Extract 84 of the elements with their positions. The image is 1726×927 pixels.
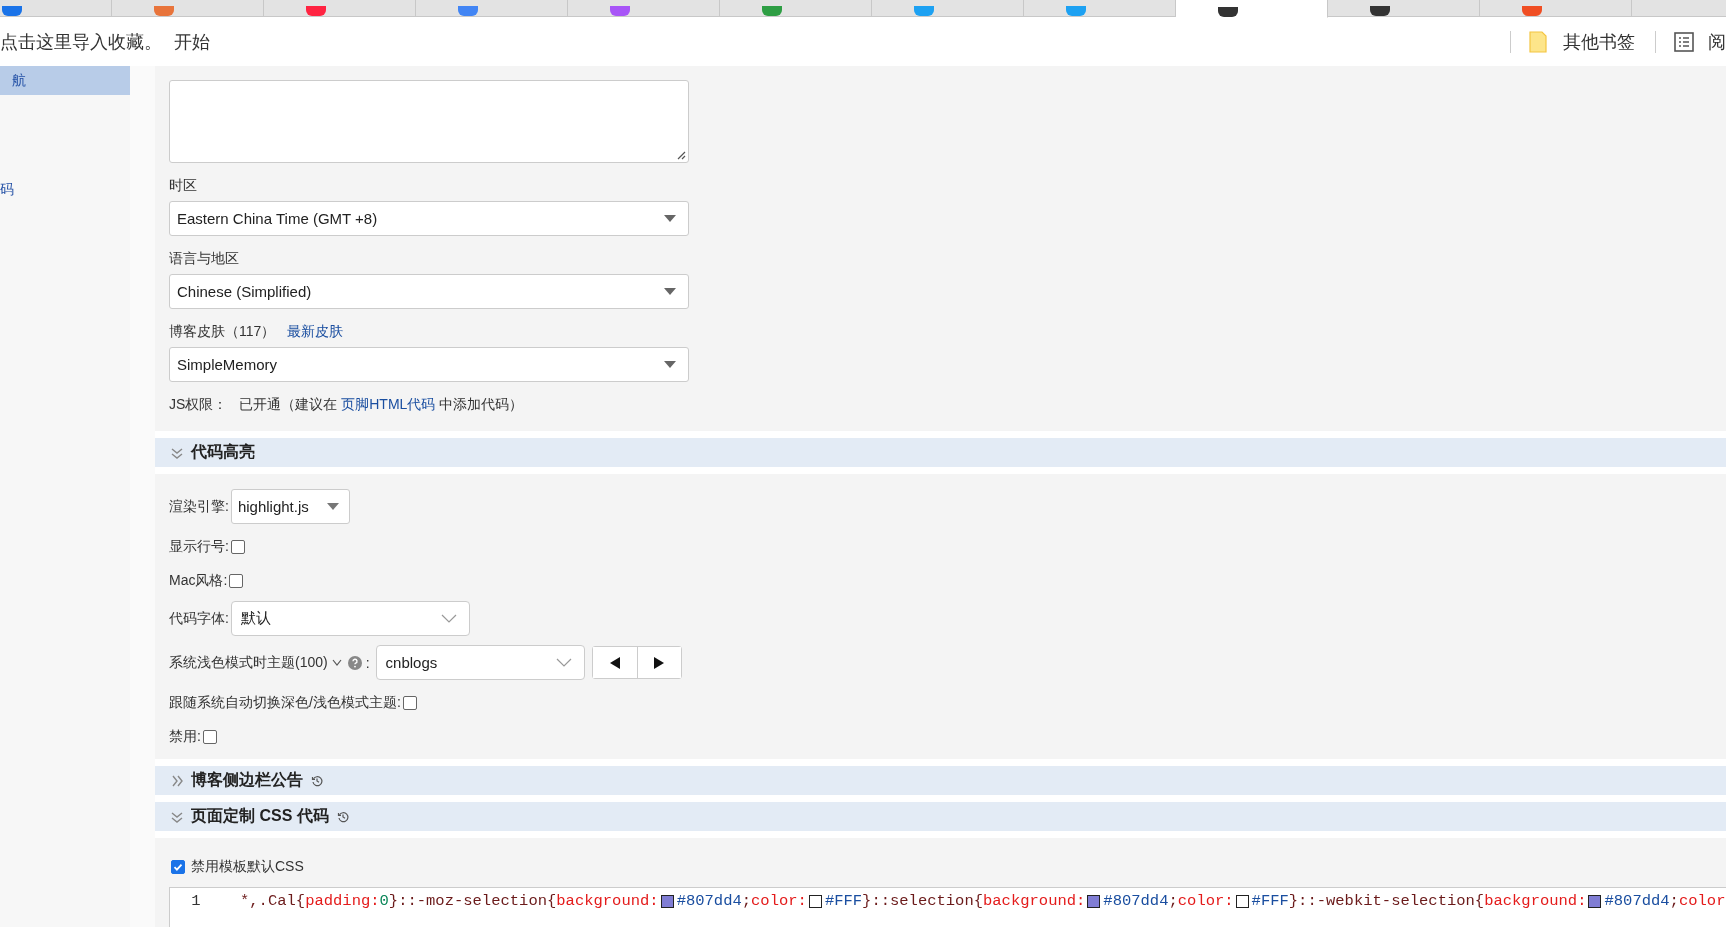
- history-icon[interactable]: [336, 810, 349, 823]
- chevron-down-icon[interactable]: [331, 659, 342, 666]
- code-token: *,.Cal{: [240, 892, 306, 910]
- code-token: background:: [983, 892, 1086, 910]
- code-token: color: [1678, 892, 1726, 910]
- field-label: 博客皮肤（117）: [169, 323, 276, 341]
- chevron-down-icon: [171, 810, 183, 823]
- code-token: color:: [1177, 892, 1234, 910]
- triangle-right-icon: [654, 656, 665, 669]
- theme-dropdown[interactable]: cnblogs: [375, 645, 585, 680]
- field-label: 时区: [169, 177, 197, 195]
- checkbox[interactable]: [230, 539, 245, 554]
- code-token: #807dd4: [676, 892, 742, 910]
- line-number: 1: [190, 892, 202, 910]
- font-dropdown[interactable]: 默认: [230, 601, 470, 636]
- color-swatch[interactable]: [808, 894, 822, 908]
- latest-skins-link[interactable]: 最新皮肤: [287, 323, 344, 341]
- color-swatch[interactable]: [660, 894, 674, 908]
- field-label: 代码字体:: [169, 609, 229, 628]
- folder-icon: [1529, 30, 1547, 53]
- reading-list-icon: [1674, 31, 1694, 52]
- code-token: }::selection{: [862, 892, 983, 910]
- js-permission-label: JS权限：: [169, 396, 228, 414]
- caret-icon: [664, 288, 676, 295]
- sidebar-item[interactable]: 码: [0, 175, 130, 204]
- code-token: background:: [1484, 892, 1587, 910]
- resize-handle-icon[interactable]: [676, 150, 686, 160]
- code-token: ;: [1168, 892, 1178, 910]
- chevron-down-icon: [171, 446, 183, 459]
- code-token: }::-moz-selection{: [388, 892, 557, 910]
- browser-tab[interactable]: [1176, 0, 1328, 18]
- engine-dropdown[interactable]: highlight.js: [230, 489, 350, 524]
- code-token: #807dd4: [1604, 892, 1670, 910]
- checkbox[interactable]: [202, 729, 217, 744]
- caret-icon: [326, 503, 339, 510]
- history-icon[interactable]: [311, 774, 323, 787]
- chevron-down-icon: [440, 614, 457, 623]
- color-swatch[interactable]: [1087, 894, 1101, 908]
- checkbox[interactable]: [402, 695, 417, 710]
- checkbox-label: 禁用模板默认CSS: [191, 857, 304, 876]
- caret-icon: [664, 215, 676, 222]
- field-label: 渲染引擎:: [169, 497, 229, 516]
- sidebar-item[interactable]: 航: [0, 66, 130, 95]
- code-token: #807dd4: [1103, 892, 1169, 910]
- code-token: ;: [741, 892, 752, 910]
- section-header[interactable]: 页面定制 CSS 代码: [155, 802, 1726, 831]
- js-permission-text: 已开通（建议在 页脚HTML代码 中添加代码）: [239, 396, 524, 414]
- code-editor[interactable]: 1 *,.Cal{padding:0}::-moz-selection{background: #807dd4;color: #FFF}::selection{background: #807dd4;color: #FFF}::-webkit-selection{background: #807dd4;color: [169, 887, 1726, 927]
- field-label: 系统浅色模式时主题(100): [169, 653, 328, 672]
- code-token: #FFF: [824, 892, 863, 910]
- section-header[interactable]: 代码高亮: [155, 438, 1726, 467]
- colon-label: :: [365, 654, 370, 671]
- next-theme-button[interactable]: [636, 647, 681, 678]
- dropdown-field[interactable]: Chinese (Simplified): [169, 274, 689, 309]
- dropdown-field[interactable]: Eastern China Time (GMT +8): [169, 201, 689, 236]
- color-swatch[interactable]: [1588, 894, 1602, 908]
- section-header[interactable]: 博客侧边栏公告: [155, 766, 1726, 795]
- subtitle-input-field[interactable]: [169, 80, 689, 163]
- checkbox-label: 跟随系统自动切换深色/浅色模式主题:: [169, 693, 401, 712]
- footer-html-link[interactable]: 页脚HTML代码: [341, 396, 436, 412]
- code-token: ;: [1669, 892, 1679, 910]
- chevron-down-icon: [555, 658, 572, 667]
- checkbox[interactable]: [229, 573, 244, 588]
- color-swatch[interactable]: [1235, 894, 1249, 908]
- code-token: color:: [751, 892, 807, 910]
- start-bookmark[interactable]: 开始: [174, 29, 210, 54]
- checkbox-label: 禁用:: [169, 727, 201, 746]
- code-token: 0: [379, 892, 389, 910]
- checkbox[interactable]: [171, 859, 185, 874]
- chevron-right-icon: [171, 774, 183, 787]
- help-icon[interactable]: [347, 655, 362, 670]
- code-token: padding:: [305, 892, 380, 910]
- checkbox-label: Mac风格:: [169, 571, 228, 590]
- reading-list-button[interactable]: 阅: [1708, 29, 1726, 54]
- other-bookmarks-button[interactable]: 其他书签: [1563, 29, 1635, 54]
- code-token: #FFF: [1251, 892, 1289, 910]
- field-label: 语言与地区: [169, 250, 239, 268]
- code-token: }::-webkit-selection{: [1288, 892, 1485, 910]
- checkbox-label: 显示行号:: [169, 537, 229, 556]
- dropdown-field[interactable]: SimpleMemory: [169, 347, 689, 382]
- import-bookmarks-link[interactable]: 点击这里导入收藏。: [0, 29, 162, 54]
- code-token: background:: [556, 892, 659, 910]
- triangle-left-icon: [609, 656, 620, 669]
- caret-icon: [664, 361, 676, 368]
